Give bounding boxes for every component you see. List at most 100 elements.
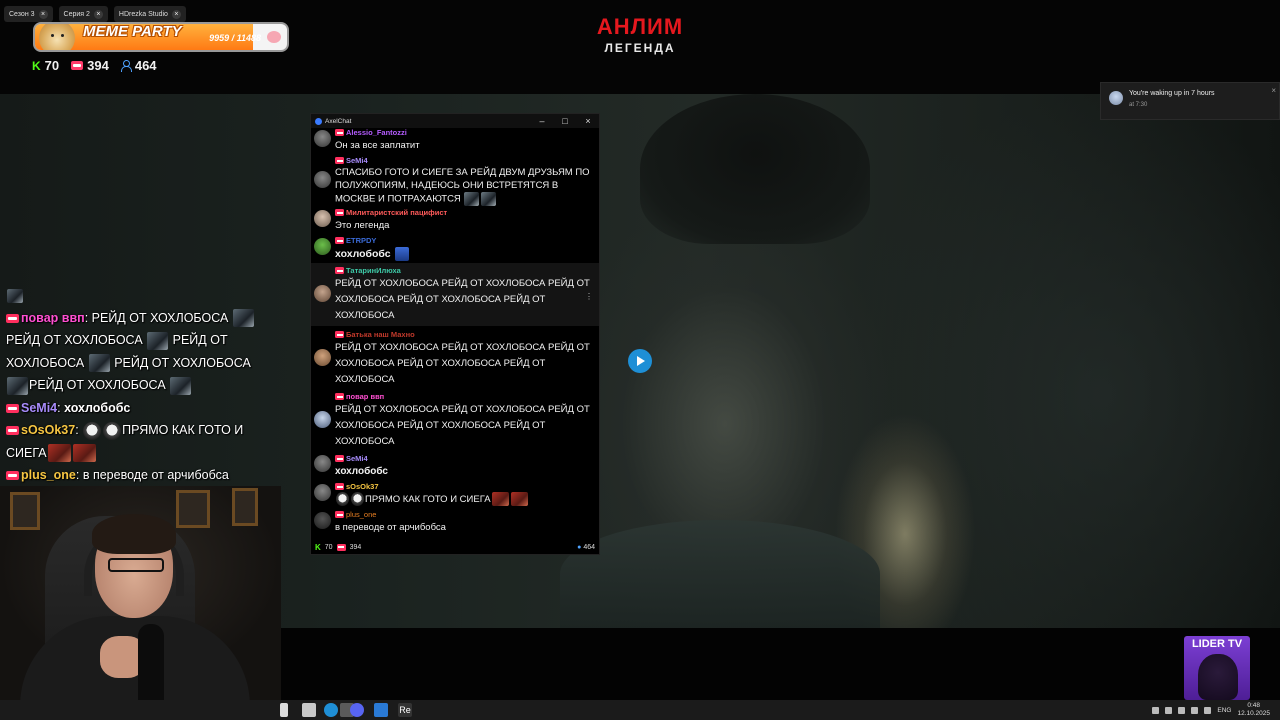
emote-icon [7,376,28,395]
system-tray: ENG 0:48 12.10.2025 [1152,700,1270,720]
brand-title: АНЛИМ [596,14,684,39]
tab-studio[interactable]: HDrezka Studio × [113,6,186,22]
message-header: SeMi4 [335,155,595,166]
chat-nick: plus_one [21,468,76,482]
message-header: Батька наш Махно [335,329,595,340]
tab-episode[interactable]: Серия 2 × [58,6,108,22]
chat-text: РЕЙД ОТ ХОХЛОБОСА [91,310,229,325]
message-header: повар ввп [335,391,595,402]
lider-tv-logo: LIDER TV [1184,636,1250,700]
live-badge-icon [335,483,344,490]
kick-icon: K [315,542,321,552]
chat-text-wrap: СПАСИБО ГОТО И СИЕГЕ ЗА РЕЙД ДВУМ ДРУЗЬЯ… [335,166,595,206]
goal-count: 9959 / 11488 [209,33,261,43]
overlay-chat-line: sOsOk37: ПРЯМО КАК ГОТО И [6,419,276,442]
close-icon[interactable]: × [38,9,48,19]
user-icon: ● [577,543,582,551]
taskbar-app-re[interactable]: Re [398,703,412,717]
chat-nick: Батька наш Махно [346,330,415,339]
windows-notification[interactable]: You're waking up in 7 hours at 7:30 × [1100,82,1280,120]
overlay-chat-line: СИЕГА [6,442,276,465]
chat-message: SeMi4 СПАСИБО ГОТО И СИЕГЕ ЗА РЕЙД ДВУМ … [311,155,599,206]
microphone-icon[interactable] [1165,706,1173,714]
avatar [314,238,331,255]
emote-icon [7,288,23,303]
chat-message: Батька наш Махно РЕЙД ОТ ХОХЛОБОСА РЕЙД … [311,327,599,388]
edge-icon[interactable] [324,703,338,717]
message-header: Милитаристский пацифист [335,207,595,218]
emote-icon [481,192,497,206]
explorer-icon[interactable] [280,703,288,717]
live-badge-icon [335,267,344,274]
overlay-chat-line: повар ввп: РЕЙД ОТ ХОХЛОБОСА [6,307,276,330]
chevron-up-icon[interactable] [1152,706,1160,714]
avatar [314,130,331,147]
avatar [314,455,331,472]
avatar [314,285,331,302]
emote-icon [394,247,409,262]
viewers-stat: 464 [120,58,157,73]
emote-icon [464,192,480,206]
battery-icon[interactable] [1204,706,1212,714]
live-badge-icon [335,331,344,338]
emote-icon [103,421,122,440]
avatar [314,349,331,366]
axelchat-message-list[interactable]: Alessio_Fantozzi Он за все заплатит SeMi… [311,126,599,542]
live-badge-icon [335,237,344,244]
overlay-chat-line: plus_one: в переводе от арчибобса [6,464,276,487]
chat-text: РЕЙД ОТ ХОХЛОБОСА РЕЙД ОТ ХОХЛОБОСА РЕЙД… [335,278,590,321]
emote-icon [170,376,192,395]
axelchat-footer: K 70 394 ● 464 [311,540,599,554]
close-icon[interactable]: × [93,9,103,19]
vk-count: 394 [87,58,109,73]
chat-text: РЕЙД ОТ ХОХЛОБОСА [29,378,166,392]
play-icon[interactable] [628,349,652,373]
app-icon[interactable] [374,703,388,717]
axelchat-window[interactable]: AxelChat – □ × Alessio_Fantozzi Он за вс… [310,113,600,555]
close-icon[interactable]: × [1271,86,1276,95]
network-icon[interactable] [1178,706,1186,714]
chat-text: РЕЙД ОТ ХОХЛОБОСА РЕЙД ОТ ХОХЛОБОСА РЕЙД… [335,404,590,447]
live-badge-icon [335,511,344,518]
player-tabs: Сезон 3 × Серия 2 × HDrezka Studio × [4,6,186,22]
message-header: plus_one [335,509,595,520]
kick-count: 70 [324,543,333,551]
chat-text: Это легенда [335,220,390,231]
chat-nick: sOsOk37 [21,423,76,437]
tab-label: Серия 2 [63,10,90,18]
doge-icon [39,24,75,50]
chat-text: ПРЯМО КАК ГОТО И [122,423,244,437]
notification-time: at 7:30 [1129,102,1148,108]
clock-date: 12.10.2025 [1237,710,1270,717]
language-indicator[interactable]: ENG [1217,707,1231,714]
discord-icon[interactable] [350,703,364,717]
avatar [314,411,331,428]
vk-stat: 394 [71,58,109,73]
emote-icon [336,492,349,507]
live-badge-icon [6,403,19,413]
chat-text: хохлобобс [335,248,391,260]
more-options-icon[interactable]: ⋮ [585,292,593,301]
chat-text: РЕЙД ОТ ХОХЛОБОСА РЕЙД ОТ ХОХЛОБОСА РЕЙД… [335,342,590,385]
chat-message: Alessio_Fantozzi Он за все заплатит [311,126,599,154]
taskview-icon[interactable] [302,703,316,717]
clock[interactable]: 0:48 12.10.2025 [1237,702,1270,718]
chat-nick: SeMi4 [346,454,368,463]
emote-icon [491,492,509,507]
emote-icon [232,309,254,328]
chat-text: ПРЯМО КАК ГОТО И СИЕГА [365,494,491,505]
kick-stat: K 70 [32,58,59,73]
chat-text: РЕЙД ОТ [172,333,228,347]
tab-label: Сезон 3 [9,10,35,18]
close-icon[interactable]: × [171,9,181,19]
volume-icon[interactable] [1191,706,1199,714]
tab-season[interactable]: Сезон 3 × [4,6,53,22]
chat-nick: ETRPDY [346,236,377,245]
kick-icon: K [32,58,41,73]
mascot-face [1198,654,1238,700]
live-badge-icon [335,157,344,164]
chat-text: СИЕГА [6,445,47,460]
chat-message: Милитаристский пацифист Это легенда [311,207,599,234]
viewers-count: 464 [134,58,157,73]
stream-frame: АНЛИМ ЛЕГЕНДА Сезон 3 × Серия 2 × HDrezka … [0,0,1280,720]
